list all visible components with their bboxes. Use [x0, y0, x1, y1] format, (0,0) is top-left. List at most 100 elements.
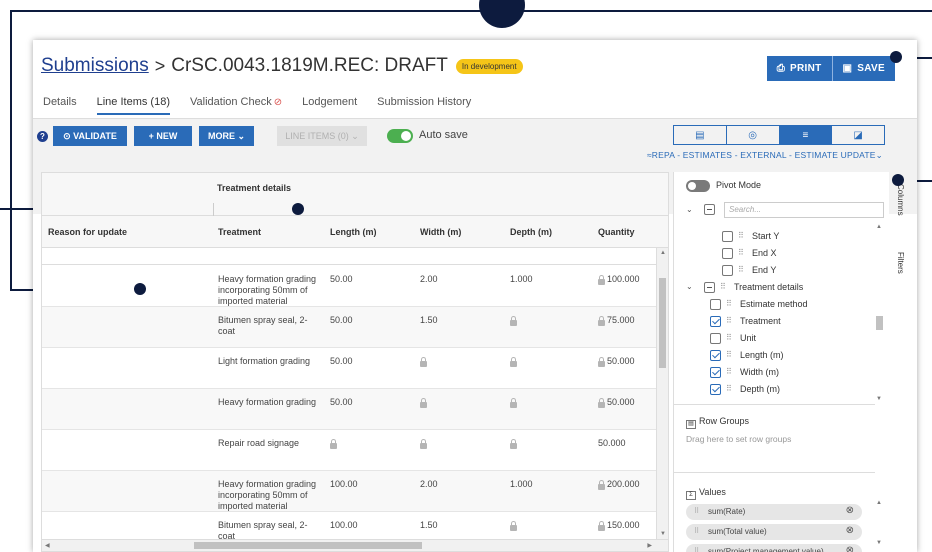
cell-treatment[interactable]: Heavy formation grading [218, 397, 322, 408]
cell-width[interactable]: 1.50 [420, 520, 438, 531]
drag-handle-icon[interactable]: ⠿ [726, 333, 732, 342]
drag-handle-icon[interactable]: ⠿ [726, 350, 732, 359]
column-checkbox[interactable] [710, 350, 721, 361]
drag-handle-icon[interactable]: ⠿ [694, 547, 699, 552]
estimate-context-link[interactable]: ≈REPA - ESTIMATES - EXTERNAL - ESTIMATE … [647, 150, 883, 161]
cell-length[interactable]: 100.00 [330, 479, 358, 490]
cell-length[interactable]: 50.00 [330, 397, 353, 408]
grid-vertical-scrollbar[interactable]: ▲ ▼ [656, 248, 668, 539]
cell-length[interactable]: 50.00 [330, 356, 353, 367]
cell-depth[interactable]: 1.000 [510, 274, 533, 285]
drag-handle-icon[interactable]: ⠿ [738, 248, 744, 257]
cell-depth[interactable]: 1.000 [510, 479, 533, 490]
tab-submission-history[interactable]: Submission History [377, 96, 471, 115]
drag-handle-icon[interactable]: ⠿ [694, 527, 699, 535]
column-list-scrollbar[interactable]: ▲ ▼ [874, 224, 884, 402]
drag-handle-icon[interactable]: ⠿ [738, 265, 744, 274]
list-view-icon[interactable]: ≡ [779, 126, 833, 144]
help-icon[interactable]: ? [37, 131, 48, 142]
line-items-dropdown[interactable]: LINE ITEMS (0) ⌄ [277, 126, 367, 146]
column-checkbox[interactable] [710, 384, 721, 395]
new-button[interactable]: + NEW [134, 126, 192, 146]
drag-handle-icon[interactable]: ⠿ [720, 282, 726, 291]
scroll-thumb[interactable] [876, 316, 883, 330]
column-checkbox[interactable] [710, 316, 721, 327]
table-row[interactable]: Heavy formation grading 50.00 50.000 [42, 389, 658, 430]
column-checkbox[interactable] [710, 333, 721, 344]
column-header-width[interactable]: Width (m) [420, 227, 461, 237]
column-header-treatment[interactable]: Treatment [218, 227, 261, 237]
cell-width[interactable]: 1.50 [420, 315, 438, 326]
cell-quantity[interactable]: 50.000 [607, 356, 635, 367]
more-button[interactable]: MORE ⌄ [199, 126, 254, 146]
drag-handle-icon[interactable]: ⠿ [726, 367, 732, 376]
column-header-depth[interactable]: Depth (m) [510, 227, 552, 237]
scroll-down-arrow-icon[interactable]: ▼ [876, 396, 882, 402]
scroll-right-arrow-icon[interactable]: ▶ [647, 542, 652, 549]
cell-quantity[interactable]: 50.000 [598, 438, 626, 449]
scroll-down-arrow-icon[interactable]: ▼ [660, 531, 666, 537]
column-checkbox[interactable] [710, 367, 721, 378]
table-row[interactable]: Bitumen spray seal, 2-coat 50.00 1.50 75.00… [42, 307, 658, 348]
tab-lodgement[interactable]: Lodgement [302, 96, 357, 115]
table-row[interactable]: Heavy formation grading incorporating 50… [42, 471, 658, 512]
column-search-input[interactable]: Search... [724, 202, 884, 218]
scroll-down-arrow-icon[interactable]: ▼ [876, 540, 882, 546]
cell-treatment[interactable]: Light formation grading [218, 356, 322, 367]
scroll-thumb[interactable] [659, 278, 666, 368]
value-pill[interactable]: ⠿ sum(Project management value) ⊗ [686, 544, 862, 552]
column-checkbox[interactable] [722, 265, 733, 276]
cell-length[interactable]: 50.00 [330, 274, 353, 285]
cell-width[interactable]: 2.00 [420, 274, 438, 285]
floating-filter-row[interactable] [42, 248, 656, 265]
column-checkbox[interactable] [710, 299, 721, 310]
pivot-mode-toggle[interactable] [686, 180, 710, 192]
breadcrumb-submissions-link[interactable]: Submissions [41, 55, 149, 77]
chevron-down-icon[interactable]: ⌄ [686, 205, 693, 214]
row-groups-drop-zone[interactable]: Drag here to set row groups [686, 434, 791, 444]
tab-validation-check[interactable]: Validation Check ⊘ [190, 96, 282, 115]
table-row[interactable]: Light formation grading 50.00 50.000 [42, 348, 658, 389]
cell-length[interactable]: 50.00 [330, 315, 353, 326]
remove-circle-icon[interactable]: ⊗ [846, 505, 854, 516]
validate-button[interactable]: ⊙ VALIDATE [53, 126, 127, 146]
tab-line-items[interactable]: Line Items (18) [96, 96, 170, 115]
value-pill[interactable]: ⠿ sum(Rate) ⊗ [686, 504, 862, 520]
drag-handle-icon[interactable]: ⠿ [726, 384, 732, 393]
cell-treatment[interactable]: Heavy formation grading incorporating 50… [218, 274, 322, 307]
drag-handle-icon[interactable]: ⠿ [726, 299, 732, 308]
group-checkbox[interactable] [704, 282, 715, 293]
remove-circle-icon[interactable]: ⊗ [846, 545, 854, 552]
cell-treatment[interactable]: Heavy formation grading incorporating 50… [218, 479, 322, 512]
drag-handle-icon[interactable]: ⠿ [694, 507, 699, 515]
form-view-icon[interactable]: ▤ [674, 126, 727, 144]
column-checkbox[interactable] [722, 248, 733, 259]
cell-quantity[interactable]: 150.000 [607, 520, 640, 531]
scroll-thumb[interactable] [194, 542, 422, 549]
cell-quantity[interactable]: 200.000 [607, 479, 640, 490]
cell-width[interactable]: 2.00 [420, 479, 438, 490]
scroll-up-arrow-icon[interactable]: ▲ [876, 500, 882, 506]
scroll-left-arrow-icon[interactable]: ◀ [45, 542, 50, 549]
remove-circle-icon[interactable]: ⊗ [846, 525, 854, 536]
autosave-toggle[interactable] [387, 129, 413, 143]
column-header-reason[interactable]: Reason for update [48, 227, 127, 237]
select-all-checkbox[interactable] [704, 204, 715, 215]
export-icon[interactable]: ◪ [832, 126, 884, 144]
chevron-down-icon[interactable]: ⌄ [686, 282, 693, 291]
save-button[interactable]: ▣ SAVE [831, 56, 895, 81]
print-button[interactable]: ⎙ PRINT [766, 56, 832, 81]
drag-handle-icon[interactable]: ⠿ [726, 316, 732, 325]
cell-quantity[interactable]: 100.000 [607, 274, 640, 285]
grid-horizontal-scrollbar[interactable]: ◀ ▶ [42, 539, 668, 551]
column-checkbox[interactable] [722, 231, 733, 242]
table-row[interactable]: Repair road signage 50.000 [42, 430, 658, 471]
scroll-up-arrow-icon[interactable]: ▲ [660, 250, 666, 256]
drag-handle-icon[interactable]: ⠿ [738, 231, 744, 240]
cell-length[interactable]: 100.00 [330, 520, 358, 531]
scroll-up-arrow-icon[interactable]: ▲ [876, 224, 882, 230]
camera-icon[interactable]: ◎ [727, 126, 780, 144]
cell-quantity[interactable]: 75.000 [607, 315, 635, 326]
cell-treatment[interactable]: Repair road signage [218, 438, 322, 449]
cell-treatment[interactable]: Bitumen spray seal, 2-coat [218, 315, 322, 337]
